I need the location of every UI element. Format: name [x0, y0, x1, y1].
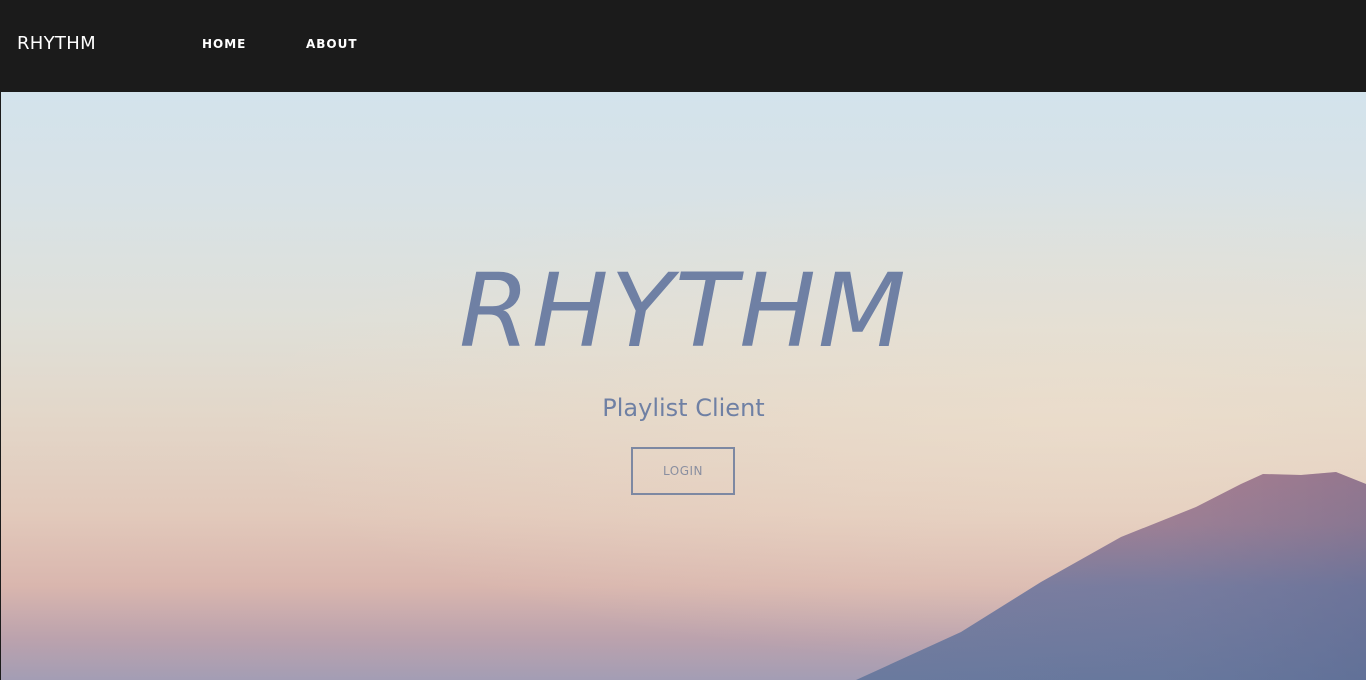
hero-section: RHYTHM Playlist Client LOGIN [1, 92, 1366, 680]
nav-link-about[interactable]: ABOUT [306, 36, 358, 52]
top-navbar: RHYTHM HOME ABOUT [0, 0, 1366, 92]
brand-logo-link[interactable]: RHYTHM [17, 32, 96, 56]
nav-link-home[interactable]: HOME [202, 36, 246, 52]
page: RHYTHM HOME ABOUT RHYTHM Playlist Client… [0, 0, 1366, 680]
hero-title: RHYTHM [459, 252, 908, 371]
mountain-illustration [856, 472, 1366, 680]
hero-subtitle: Playlist Client [602, 394, 765, 422]
login-button[interactable]: LOGIN [631, 447, 735, 495]
